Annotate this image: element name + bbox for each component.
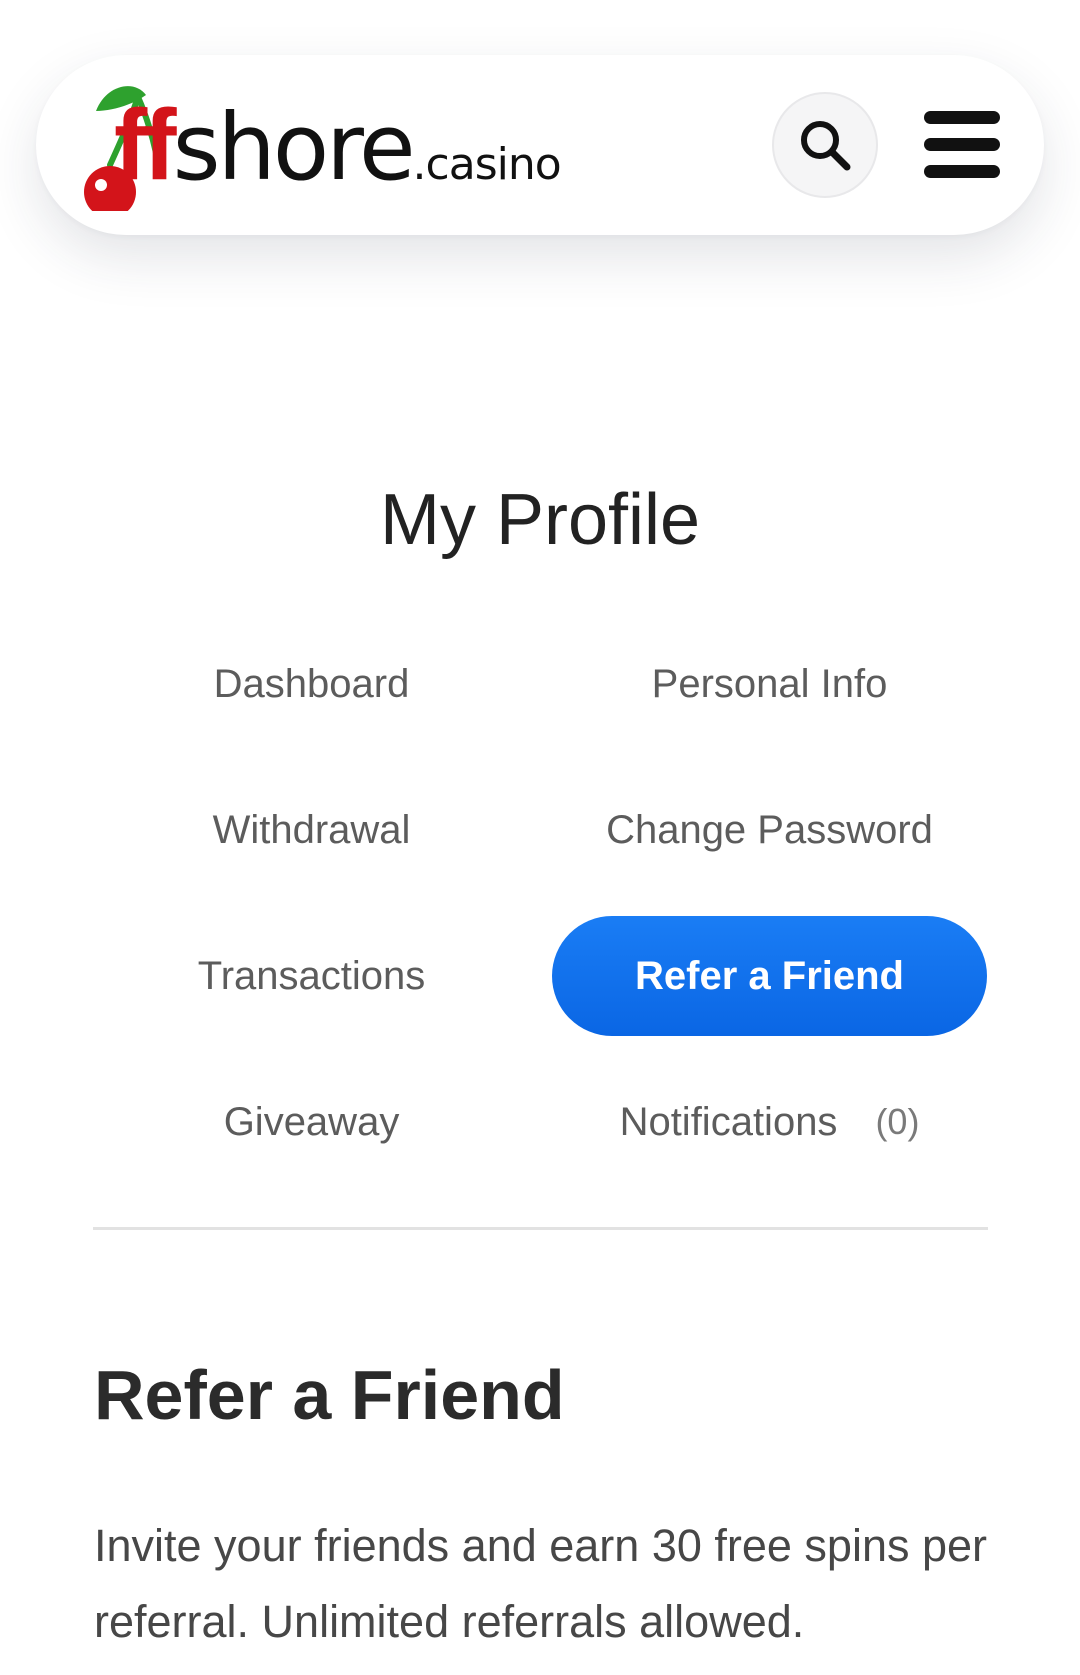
menu-bar [924, 138, 1000, 151]
nav-label: Withdrawal [212, 807, 411, 852]
profile-nav-dashboard[interactable]: Dashboard [94, 624, 529, 744]
profile-nav-withdrawal[interactable]: Withdrawal [94, 770, 529, 890]
nav-label: Dashboard [213, 661, 410, 706]
hamburger-menu-icon[interactable] [924, 111, 1000, 179]
profile-nav-personal-info[interactable]: Personal Info [552, 624, 987, 744]
page-title: My Profile [379, 480, 701, 560]
logo-main-text: shore [172, 94, 416, 201]
profile-nav-notifications[interactable]: Notifications (0) [552, 1062, 987, 1182]
page: ffshore.casino My Profile Dashboard Pers… [0, 0, 1080, 1675]
notification-count-badge: (0) [875, 1101, 920, 1142]
site-logo[interactable]: ffshore.casino [80, 81, 640, 211]
logo-accent-text: ff [114, 89, 177, 201]
search-button[interactable] [772, 92, 878, 198]
nav-label: Personal Info [651, 661, 888, 706]
menu-bar [924, 165, 1000, 178]
profile-nav-refer-a-friend[interactable]: Refer a Friend [552, 916, 987, 1036]
menu-bar [924, 111, 1000, 124]
profile-nav-transactions[interactable]: Transactions [94, 916, 529, 1036]
nav-label: Giveaway [223, 1099, 400, 1144]
profile-nav-change-password[interactable]: Change Password [552, 770, 987, 890]
nav-label: Refer a Friend [635, 953, 904, 998]
logo-suffix-text: .casino [412, 139, 562, 190]
logo-wordmark: ffshore.casino [114, 95, 562, 195]
nav-label: Notifications [619, 1099, 838, 1144]
section-divider [93, 1227, 988, 1230]
search-icon [801, 121, 851, 171]
section-title: Refer a Friend [94, 1356, 565, 1434]
nav-label: Transactions [197, 953, 426, 998]
profile-nav-giveaway[interactable]: Giveaway [94, 1062, 529, 1182]
section-description: Invite your friends and earn 30 free spi… [94, 1520, 988, 1647]
site-header: ffshore.casino [36, 55, 1044, 235]
nav-label: Change Password [606, 807, 933, 852]
